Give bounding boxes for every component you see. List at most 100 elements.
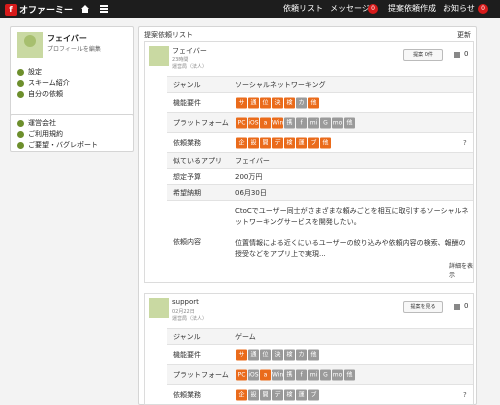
tag-chip: デ: [272, 389, 283, 400]
tag-chip: サ: [236, 97, 247, 108]
app-logo[interactable]: f オファーミー: [5, 3, 73, 16]
tag-chip: 運: [296, 389, 307, 400]
view-proposals-button[interactable]: 提案を見る: [403, 301, 443, 313]
task-tags: 企設開デ検運ブ他: [236, 137, 331, 148]
sidebar-item-label: 自分の依頼: [28, 90, 63, 98]
card-company: 運営局（法人）: [172, 316, 208, 322]
tag-chip: 他: [308, 349, 319, 360]
sidebar-item-label: 設定: [28, 68, 42, 76]
bug-icon: [17, 141, 24, 149]
logo-mark: f: [5, 3, 17, 16]
row-features: 機能要件 サ通位決検カ他: [167, 92, 473, 112]
tag-chip: 位: [260, 97, 271, 108]
tag-chip: f: [296, 369, 307, 380]
profile-name[interactable]: フェイバー: [47, 33, 87, 44]
row-label: 機能要件: [173, 98, 201, 107]
platform-tags: PC iOS a Win 携 f mi Gmo 他: [236, 117, 355, 128]
tag-chip: PC: [236, 117, 247, 128]
info-icon: [17, 130, 24, 138]
tag-chip: 他: [308, 97, 319, 108]
building-icon: [17, 119, 24, 127]
card-user-name[interactable]: フェイバー: [172, 46, 207, 56]
tag-chip: 運: [296, 137, 307, 148]
request-card: フェイバー 23時間 運営局（法人） 提案 0件 0 ジャンル ソーシャルネット…: [144, 41, 474, 283]
tag-chip: ブ: [308, 389, 319, 400]
tag-chip: 携: [284, 117, 295, 128]
row-value: ソーシャルネットワーキング: [235, 80, 326, 89]
sidebar-item-feedback[interactable]: ご要望・バグレポート: [17, 140, 98, 150]
tag-chip: iOS: [248, 369, 259, 380]
tag-chip: a: [260, 117, 271, 128]
logo-text: オファーミー: [19, 6, 74, 16]
avatar[interactable]: [149, 46, 169, 66]
refresh-link[interactable]: 更新: [457, 30, 471, 40]
row-label: プラットフォーム: [173, 118, 229, 127]
row-features: 機能要件 サ通位決検カ他: [167, 344, 473, 364]
tag-chip: 他: [320, 137, 331, 148]
tag-chip: 検: [284, 137, 295, 148]
edit-profile-link[interactable]: プロフィールを編集: [47, 44, 101, 53]
row-label: 依頼内容: [173, 237, 201, 246]
description-paragraph: CtoCでユーザー同士がさまざまな頼みごとを相互に取引するソーシャルネットワーキ…: [235, 207, 469, 226]
tag-chip: 通: [248, 97, 259, 108]
nav-create-request[interactable]: 提案依頼作成: [388, 0, 436, 18]
tag-chip: 検: [284, 389, 295, 400]
platform-tags: PC iOS a Win 携 f mi Gmo 他: [236, 369, 355, 380]
tag-chip: カ: [296, 349, 307, 360]
sidebar-item-label: 運営会社: [28, 119, 56, 127]
people-icon: [17, 79, 24, 87]
row-tasks: 依頼業務 企設開デ検運ブ他 ?: [167, 132, 473, 152]
nav-messages[interactable]: メッセージ: [330, 0, 370, 18]
row-value: 06月30日: [235, 188, 267, 197]
description-text: CtoCでユーザー同士がさまざまな頼みごとを相互に取引するソーシャルネットワーキ…: [235, 206, 471, 260]
nav-request-list[interactable]: 依頼リスト: [283, 0, 323, 18]
tag-chip: Win: [272, 117, 284, 128]
sidebar-item-company[interactable]: 運営会社: [17, 118, 56, 128]
row-genre: ジャンル ソーシャルネットワーキング: [167, 76, 473, 92]
row-platforms: プラットフォーム PC iOS a Win 携 f mi Gmo 他: [167, 364, 473, 384]
tag-chip: 設: [248, 389, 259, 400]
tag-chip: 他: [344, 369, 355, 380]
profile-panel: フェイバー プロフィールを編集 設定 スキーム紹介 自分の依頼: [10, 26, 134, 124]
tag-chip: a: [260, 369, 271, 380]
top-header: f オファーミー 依頼リスト メッセージ 0 提案依頼作成 お知らせ 0: [0, 0, 500, 18]
tag-icon: [17, 90, 24, 98]
help-icon[interactable]: ?: [463, 139, 467, 147]
tag-chip: サ: [236, 349, 247, 360]
tag-chip: 開: [260, 389, 271, 400]
row-label: 想定予算: [173, 172, 201, 181]
comment-icon: [454, 52, 460, 58]
row-value: ゲーム: [235, 332, 256, 341]
tag-chip: 決: [272, 97, 283, 108]
tag-chip: 検: [284, 97, 295, 108]
tag-chip: G: [320, 369, 331, 380]
sidebar-item-settings[interactable]: 設定: [17, 67, 42, 77]
menu-icon[interactable]: [99, 4, 109, 14]
row-label: 機能要件: [173, 350, 201, 359]
tag-chip: 開: [260, 137, 271, 148]
sidebar-item-my-requests[interactable]: 自分の依頼: [17, 89, 63, 99]
card-user-name[interactable]: support: [172, 298, 199, 306]
comment-count: 0: [464, 50, 469, 58]
home-icon[interactable]: [80, 4, 90, 14]
row-label: ジャンル: [173, 332, 201, 341]
help-icon[interactable]: ?: [463, 391, 467, 399]
tag-chip: iOS: [248, 117, 259, 128]
nav-notifications[interactable]: お知らせ: [443, 0, 475, 18]
show-details-link[interactable]: 詳細を表示: [449, 261, 473, 279]
avatar[interactable]: [149, 298, 169, 318]
row-value: フェイバー: [235, 156, 270, 165]
tag-chip: 通: [248, 349, 259, 360]
request-list-panel: 提案依頼リスト 更新 フェイバー 23時間 運営局（法人） 提案 0件 0 ジャ…: [138, 26, 477, 405]
comment-icon: [454, 304, 460, 310]
proposal-count-button[interactable]: 提案 0件: [403, 49, 443, 61]
tag-chip: 携: [284, 369, 295, 380]
sidebar-item-scheme[interactable]: スキーム紹介: [17, 78, 70, 88]
tag-chip: 設: [248, 137, 259, 148]
sidebar-item-terms[interactable]: ご利用規約: [17, 129, 63, 139]
avatar[interactable]: [17, 32, 43, 58]
tag-chip: 決: [272, 349, 283, 360]
tag-chip: f: [296, 117, 307, 128]
row-label: 依頼業務: [173, 138, 201, 147]
row-budget: 想定予算 200万円: [167, 168, 473, 184]
